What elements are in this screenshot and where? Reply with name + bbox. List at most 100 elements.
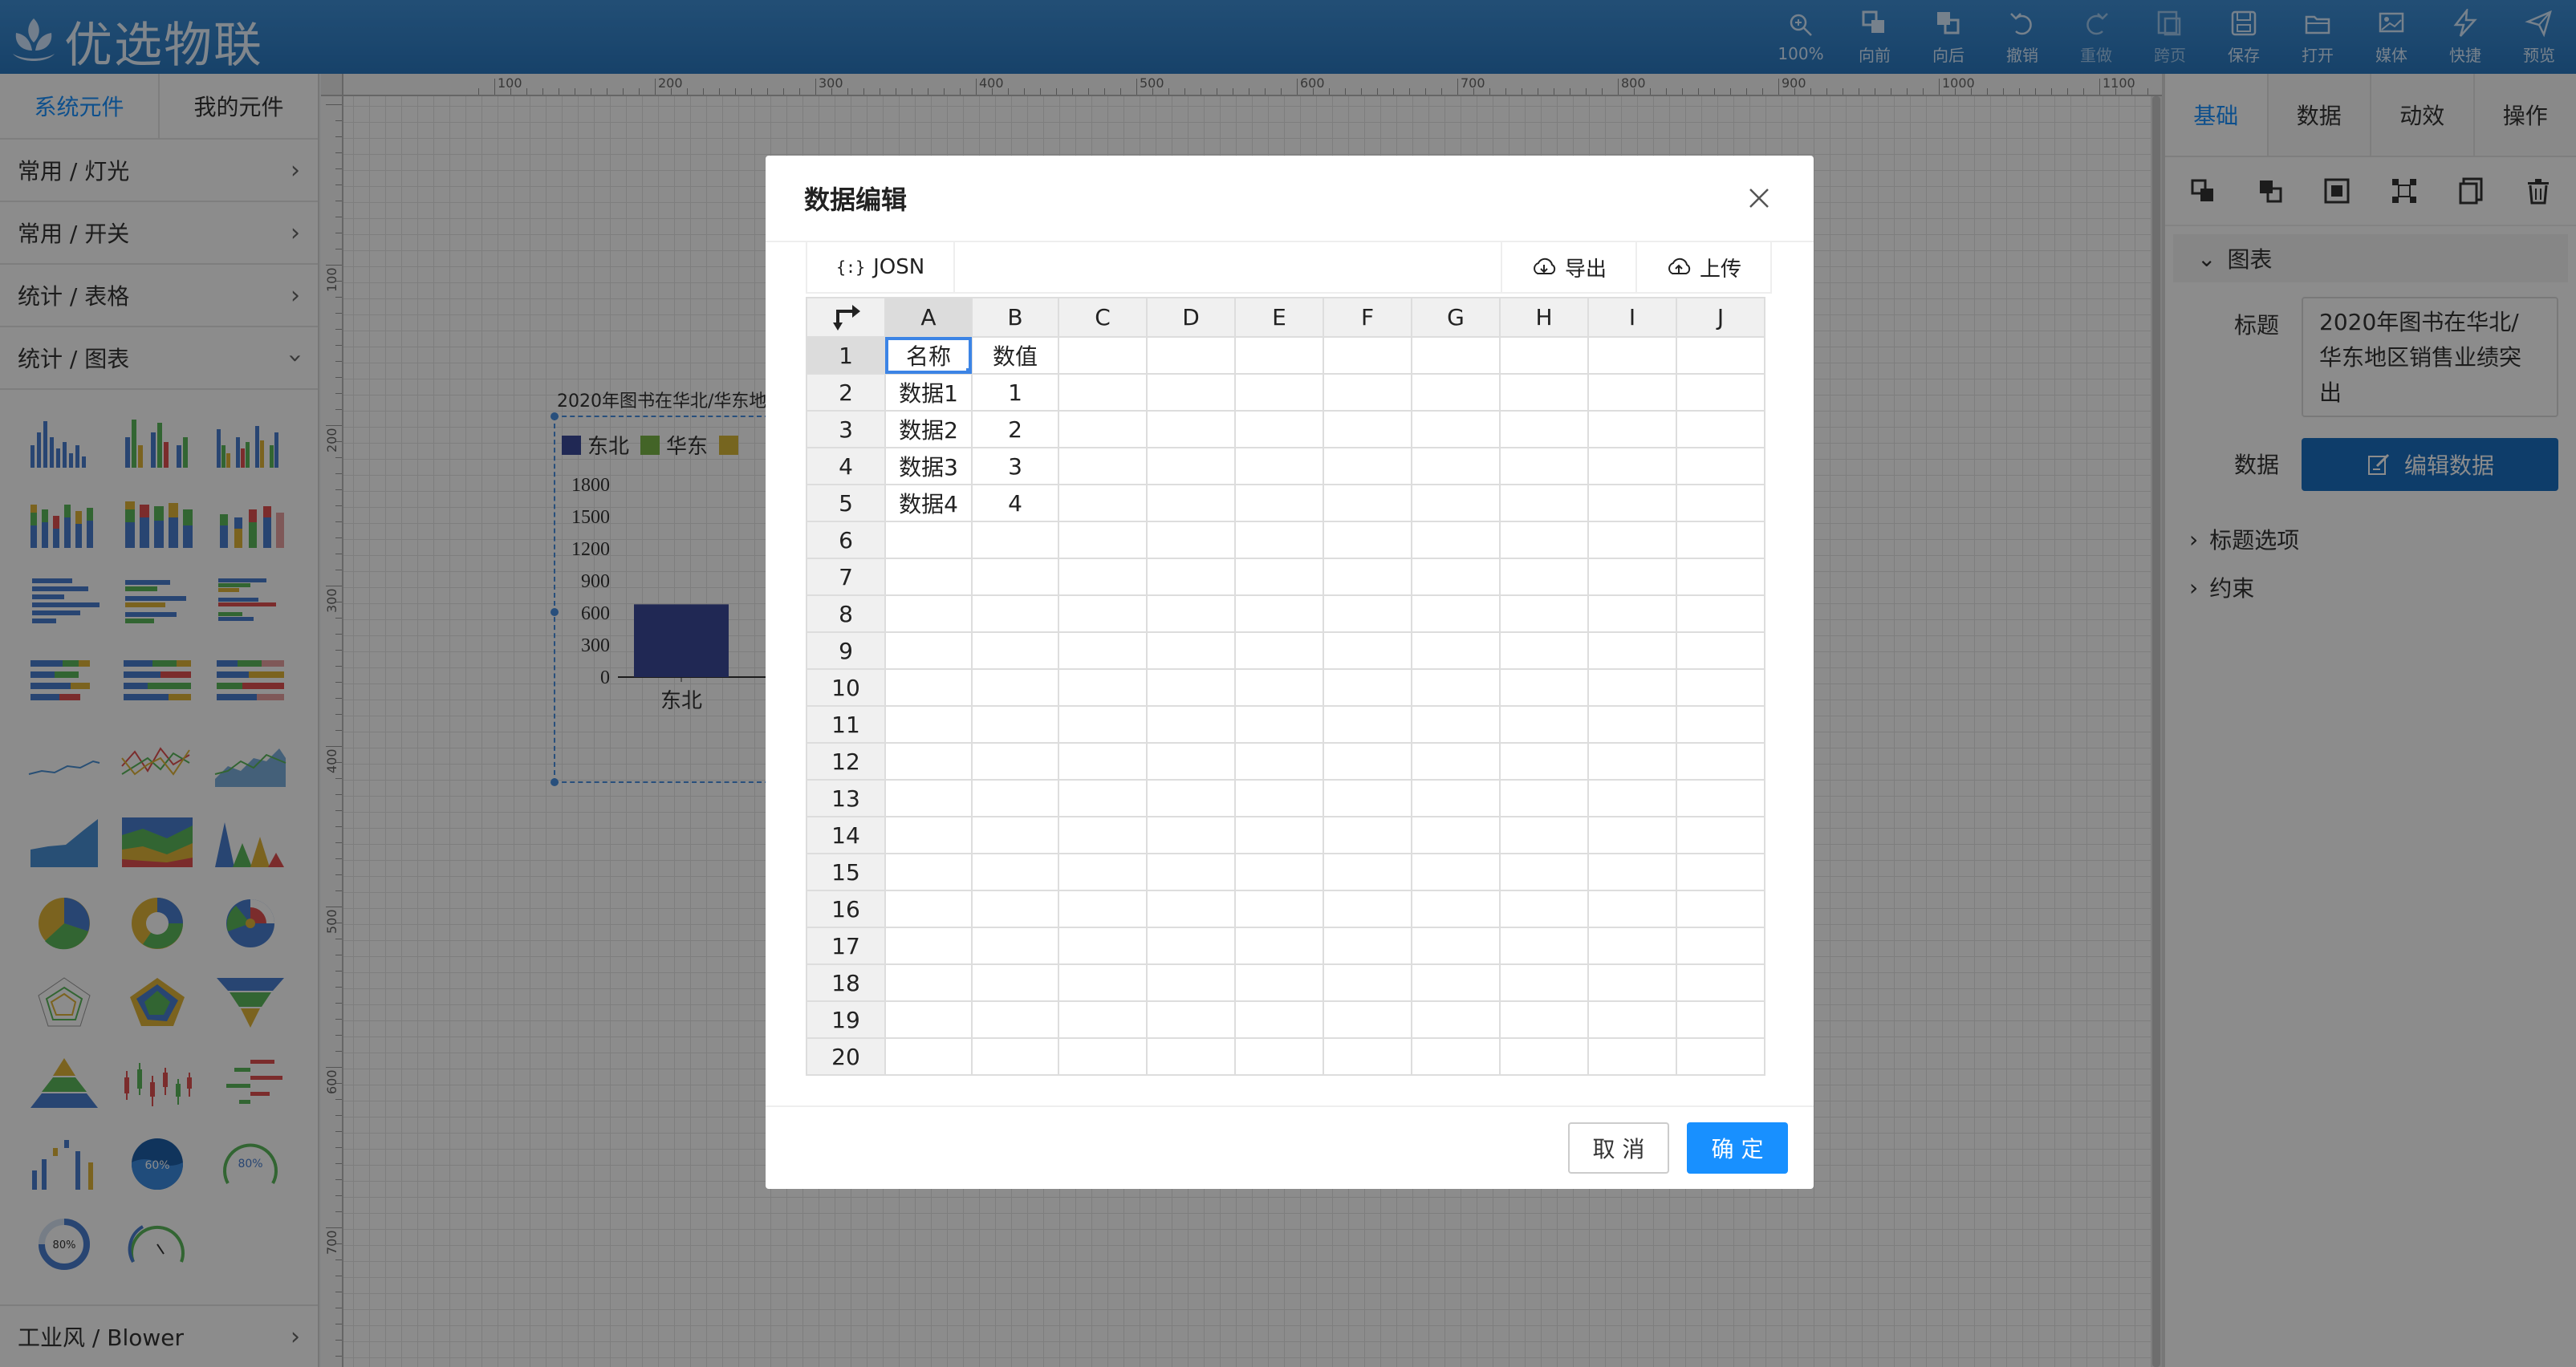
sheet-cell[interactable]: 4 [971,484,1059,522]
column-header[interactable]: J [1676,297,1765,338]
sheet-cell[interactable] [971,1000,1059,1039]
sheet-cell[interactable] [1499,521,1589,559]
sheet-cell[interactable] [1323,447,1412,485]
row-header[interactable]: 6 [806,521,886,559]
sheet-cell[interactable] [971,521,1059,559]
sheet-cell[interactable] [1587,853,1677,891]
sheet-cell[interactable] [1411,447,1501,485]
sheet-cell[interactable] [1323,779,1412,817]
column-header[interactable]: D [1146,297,1236,338]
sheet-cell[interactable]: 2 [971,410,1059,448]
sheet-cell[interactable] [971,631,1059,670]
sheet-cell[interactable] [1146,447,1236,485]
sheet-cell[interactable] [971,594,1059,633]
sheet-cell[interactable]: 数值 [971,336,1059,375]
sheet-cell[interactable] [1411,594,1501,633]
export-button[interactable]: 导出 [1500,241,1635,293]
sheet-cell[interactable] [1676,963,1765,1002]
sheet-cell[interactable] [884,594,973,633]
sheet-cell[interactable] [1411,963,1501,1002]
sheet-cell[interactable] [1146,779,1236,817]
row-header[interactable]: 5 [806,484,886,522]
sheet-cell[interactable] [1676,705,1765,744]
sheet-cell[interactable] [1146,668,1236,707]
sheet-cell[interactable] [1587,705,1677,744]
sheet-cell[interactable] [1234,853,1324,891]
row-header[interactable]: 7 [806,558,886,596]
row-header[interactable]: 15 [806,853,886,891]
sheet-cell[interactable] [1234,742,1324,781]
sheet-cell[interactable] [1676,447,1765,485]
sheet-cell[interactable] [1676,631,1765,670]
sheet-cell[interactable] [1411,373,1501,412]
sheet-cell[interactable] [1676,410,1765,448]
sheet-cell[interactable] [884,705,973,744]
sheet-cell[interactable] [884,521,973,559]
sheet-cell[interactable] [1058,521,1148,559]
sheet-cell[interactable] [1676,853,1765,891]
sheet-cell[interactable] [1587,816,1677,854]
row-header[interactable]: 10 [806,668,886,707]
row-header[interactable]: 12 [806,742,886,781]
sheet-cell[interactable] [1234,1000,1324,1039]
row-header[interactable]: 8 [806,594,886,633]
sheet-cell[interactable] [1499,336,1589,375]
sheet-cell[interactable] [1234,521,1324,559]
sheet-cell[interactable] [1146,705,1236,744]
confirm-button[interactable]: 确 定 [1687,1122,1788,1174]
sheet-cell[interactable] [1146,1037,1236,1076]
sheet-cell[interactable] [1146,521,1236,559]
sheet-cell[interactable] [884,816,973,854]
sheet-cell[interactable] [1058,779,1148,817]
sheet-cell[interactable]: 1 [971,373,1059,412]
row-header[interactable]: 9 [806,631,886,670]
sheet-cell[interactable] [884,779,973,817]
sheet-cell[interactable] [1676,336,1765,375]
sheet-cell[interactable] [1146,410,1236,448]
upload-button[interactable]: 上传 [1635,241,1770,293]
sheet-cell[interactable] [1587,1037,1677,1076]
sheet-cell[interactable] [1411,1037,1501,1076]
column-header[interactable]: B [971,297,1059,338]
sheet-cell[interactable] [1234,558,1324,596]
sheet-cell[interactable] [1499,705,1589,744]
sheet-cell[interactable] [1499,1000,1589,1039]
fill-handle[interactable] [966,368,970,372]
sheet-cell[interactable] [1676,558,1765,596]
sheet-cell[interactable] [1411,484,1501,522]
sheet-cell[interactable] [1411,668,1501,707]
sheet-cell[interactable] [1323,1037,1412,1076]
sheet-cell[interactable] [971,853,1059,891]
sheet-cell[interactable] [1234,1037,1324,1076]
column-header[interactable]: E [1234,297,1324,338]
column-header[interactable]: A [884,297,973,338]
sheet-cell[interactable] [1234,963,1324,1002]
row-header[interactable]: 20 [806,1037,886,1076]
sheet-cell[interactable] [1676,890,1765,928]
sheet-cell[interactable] [1499,631,1589,670]
sheet-cell[interactable] [1234,816,1324,854]
column-header[interactable]: I [1587,297,1677,338]
sheet-cell[interactable] [1146,1000,1236,1039]
sheet-cell[interactable] [884,963,973,1002]
sheet-cell[interactable] [884,853,973,891]
sheet-cell[interactable] [1587,927,1677,965]
sheet-cell[interactable] [1587,410,1677,448]
sheet-cell[interactable] [1234,927,1324,965]
sheet-cell[interactable] [1499,890,1589,928]
sheet-cell[interactable] [1234,631,1324,670]
row-header[interactable]: 3 [806,410,886,448]
sheet-cell[interactable] [1234,336,1324,375]
sheet-cell[interactable] [1587,742,1677,781]
row-header[interactable]: 4 [806,447,886,485]
sheet-cell[interactable] [1499,1037,1589,1076]
selected-cell[interactable]: 名称 [884,336,973,375]
sheet-cell[interactable] [1323,816,1412,854]
sheet-cell[interactable] [1058,410,1148,448]
row-header[interactable]: 19 [806,1000,886,1039]
sheet-cell[interactable] [1146,336,1236,375]
sheet-cell[interactable] [1676,927,1765,965]
sheet-cell[interactable] [1587,779,1677,817]
sheet-cell[interactable] [1499,594,1589,633]
sheet-cell[interactable] [1234,447,1324,485]
